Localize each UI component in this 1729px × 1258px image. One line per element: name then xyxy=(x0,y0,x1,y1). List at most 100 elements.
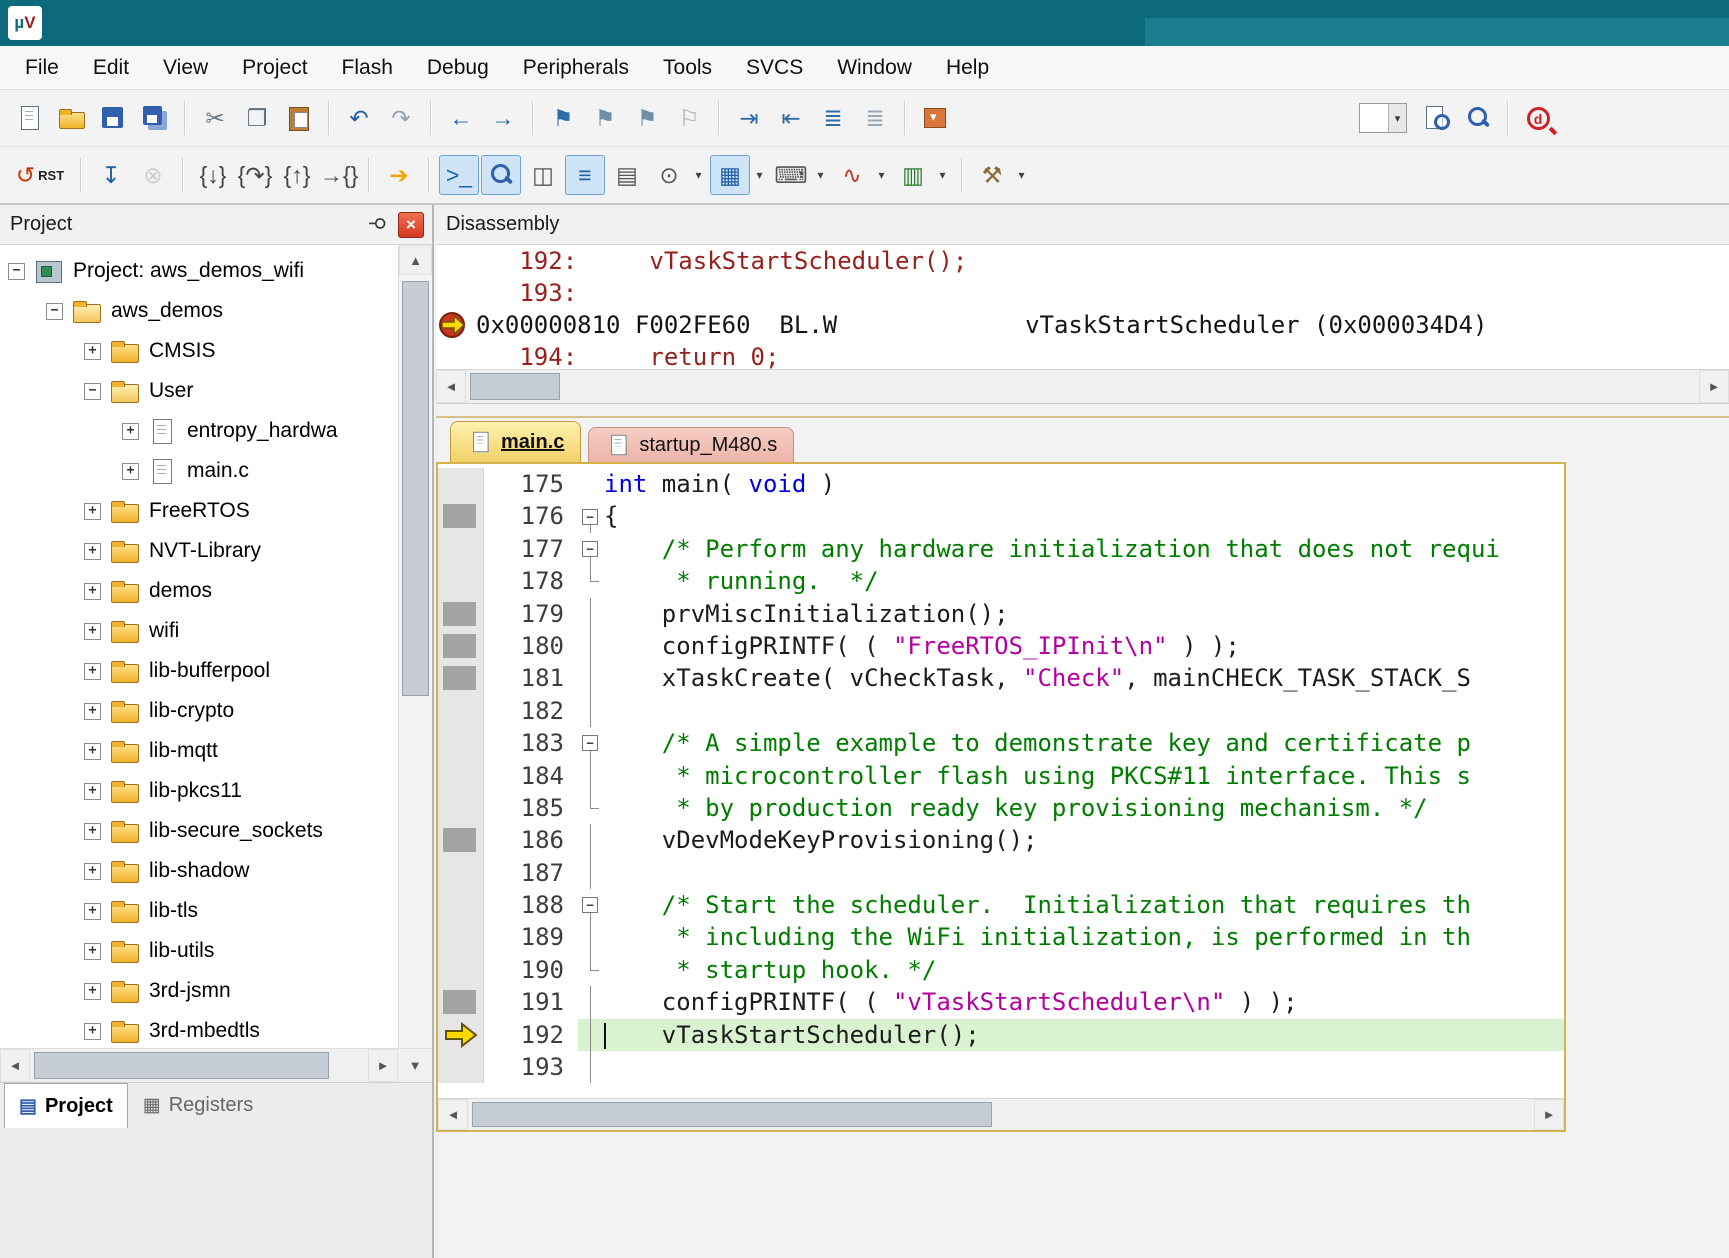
menu-tools[interactable]: Tools xyxy=(646,46,729,89)
tree-item-lib-bufferpool[interactable]: +lib-bufferpool xyxy=(0,651,398,691)
analysis-windows-dropdown[interactable]: ▾ xyxy=(873,155,890,195)
combo-dropdown-icon[interactable]: ▾ xyxy=(1388,104,1406,132)
find-in-files-button[interactable] xyxy=(1458,98,1498,138)
expand-box[interactable]: + xyxy=(84,583,101,600)
horizontal-scroll-track[interactable] xyxy=(466,370,1699,403)
analysis-windows-button[interactable]: ∿ xyxy=(832,155,872,195)
tree-item-lib-mqtt[interactable]: +lib-mqtt xyxy=(0,731,398,771)
expand-box[interactable]: + xyxy=(84,863,101,880)
expand-box[interactable]: + xyxy=(84,503,101,520)
tree-item-freertos[interactable]: +FreeRTOS xyxy=(0,491,398,531)
serial-windows-dropdown[interactable]: ▾ xyxy=(812,155,829,195)
horizontal-scroll-thumb[interactable] xyxy=(472,1102,992,1127)
project-tree-vertical-scrollbar[interactable]: ▲ xyxy=(398,245,432,1048)
registers-window-button[interactable]: ≡ xyxy=(565,155,605,195)
menu-debug[interactable]: Debug xyxy=(410,46,506,89)
breakpoint-margin[interactable] xyxy=(438,630,484,662)
unindent-button[interactable]: ⇤ xyxy=(771,98,811,138)
start-stop-debug-session-button[interactable]: d xyxy=(1518,98,1558,138)
code-line[interactable]: 183− /* A simple example to demonstrate … xyxy=(438,727,1564,759)
step-over-button[interactable]: {↷} xyxy=(235,155,275,195)
code-line[interactable]: 190 * startup hook. */ xyxy=(438,954,1564,986)
vertical-scroll-thumb[interactable] xyxy=(402,281,429,696)
menu-file[interactable]: File xyxy=(8,46,76,89)
code-line[interactable]: 180 configPRINTF( ( "FreeRTOS_IPInit\n" … xyxy=(438,630,1564,662)
expand-box[interactable]: + xyxy=(84,543,101,560)
expand-box[interactable]: + xyxy=(84,703,101,720)
scroll-right-button[interactable]: ► xyxy=(1534,1099,1564,1130)
toggle-bookmark-button[interactable]: ⚑ xyxy=(543,98,583,138)
tree-item-3rd-jsmn[interactable]: +3rd-jsmn xyxy=(0,971,398,1011)
indent-button[interactable]: ⇥ xyxy=(729,98,769,138)
code-line[interactable]: 191 configPRINTF( ( "vTaskStartScheduler… xyxy=(438,986,1564,1018)
breakpoint-margin[interactable] xyxy=(438,565,484,597)
breakpoint-margin[interactable] xyxy=(438,986,484,1018)
expand-box[interactable]: + xyxy=(122,463,139,480)
expand-box[interactable]: + xyxy=(84,1023,101,1040)
new-file-button[interactable] xyxy=(9,98,49,138)
scroll-left-button[interactable]: ◄ xyxy=(0,1049,30,1082)
expand-box[interactable]: + xyxy=(84,983,101,1000)
menu-project[interactable]: Project xyxy=(225,46,324,89)
code-line[interactable]: 181 xTaskCreate( vCheckTask, "Check", ma… xyxy=(438,662,1564,694)
disassembly-content[interactable]: 192: vTaskStartScheduler(); 193: 0x00000… xyxy=(436,245,1729,369)
code-line[interactable]: 178 * running. */ xyxy=(438,565,1564,597)
debug-toolbox-dropdown[interactable]: ▾ xyxy=(1013,155,1030,195)
tree-item-lib-secure-sockets[interactable]: +lib-secure_sockets xyxy=(0,811,398,851)
cut-button[interactable]: ✂ xyxy=(195,98,235,138)
redo-button[interactable]: ↷ xyxy=(381,98,421,138)
tab-project[interactable]: ▤Project xyxy=(4,1083,128,1128)
scroll-up-button[interactable]: ▲ xyxy=(399,245,432,275)
breakpoint-margin[interactable] xyxy=(438,824,484,856)
menu-flash[interactable]: Flash xyxy=(325,46,410,89)
breakpoint-margin[interactable] xyxy=(438,1019,484,1051)
scroll-down-button[interactable]: ▼ xyxy=(398,1048,432,1082)
paste-button[interactable] xyxy=(279,98,319,138)
tab-registers[interactable]: ▦Registers xyxy=(128,1083,268,1128)
command-window-button[interactable]: >_ xyxy=(439,155,479,195)
code-line[interactable]: 193 xyxy=(438,1051,1564,1083)
tree-item-demos[interactable]: +demos xyxy=(0,571,398,611)
fold-collapse-box[interactable]: − xyxy=(582,541,598,557)
tree-item-entropy-hardwa[interactable]: +entropy_hardwa xyxy=(0,411,398,451)
menu-view[interactable]: View xyxy=(146,46,225,89)
tree-item-main-c[interactable]: +main.c xyxy=(0,451,398,491)
scroll-left-button[interactable]: ◄ xyxy=(438,1099,468,1130)
breakpoint-margin[interactable] xyxy=(438,921,484,953)
code-line[interactable]: 185 * by production ready key provisioni… xyxy=(438,792,1564,824)
watch-windows-button[interactable]: ⊙ xyxy=(649,155,689,195)
tree-item-aws-demos[interactable]: −aws_demos xyxy=(0,291,398,331)
search-combo[interactable]: ▾ xyxy=(1359,103,1407,133)
code-line[interactable]: 186 vDevModeKeyProvisioning(); xyxy=(438,824,1564,856)
menu-window[interactable]: Window xyxy=(820,46,929,89)
breakpoint-margin[interactable] xyxy=(438,727,484,759)
breakpoint-margin[interactable] xyxy=(438,954,484,986)
fold-collapse-box[interactable]: − xyxy=(582,897,598,913)
run-button[interactable]: ↧ xyxy=(91,155,131,195)
code-line[interactable]: 176−{ xyxy=(438,500,1564,532)
disassembly-horizontal-scrollbar[interactable]: ◄ ► xyxy=(436,369,1729,403)
menu-help[interactable]: Help xyxy=(929,46,1006,89)
breakpoint-margin[interactable] xyxy=(438,500,484,532)
fold-collapse-box[interactable]: − xyxy=(582,735,598,751)
uncomment-selection-button[interactable]: ≣ xyxy=(855,98,895,138)
memory-windows-dropdown[interactable]: ▾ xyxy=(751,155,768,195)
breakpoint-margin[interactable] xyxy=(438,1051,484,1083)
expand-box[interactable]: + xyxy=(84,663,101,680)
fold-marker[interactable]: − xyxy=(578,727,604,759)
project-tree-horizontal-scrollbar[interactable]: ◄ ► xyxy=(0,1048,398,1082)
breakpoint-margin[interactable] xyxy=(438,792,484,824)
code-line[interactable]: 182 xyxy=(438,695,1564,727)
step-out-button[interactable]: {↑} xyxy=(277,155,317,195)
code-line[interactable]: 188− /* Start the scheduler. Initializat… xyxy=(438,889,1564,921)
find-button[interactable] xyxy=(1416,98,1456,138)
breakpoint-margin[interactable] xyxy=(438,760,484,792)
menu-edit[interactable]: Edit xyxy=(76,46,146,89)
menu-svcs[interactable]: SVCS xyxy=(729,46,820,89)
save-button[interactable] xyxy=(93,98,133,138)
disassembly-window-button[interactable] xyxy=(481,155,521,195)
debug-toolbox-button[interactable]: ⚒ xyxy=(972,155,1012,195)
comment-selection-button[interactable]: ≣ xyxy=(813,98,853,138)
horizontal-scroll-thumb[interactable] xyxy=(470,373,560,400)
fold-marker[interactable]: − xyxy=(578,889,604,921)
